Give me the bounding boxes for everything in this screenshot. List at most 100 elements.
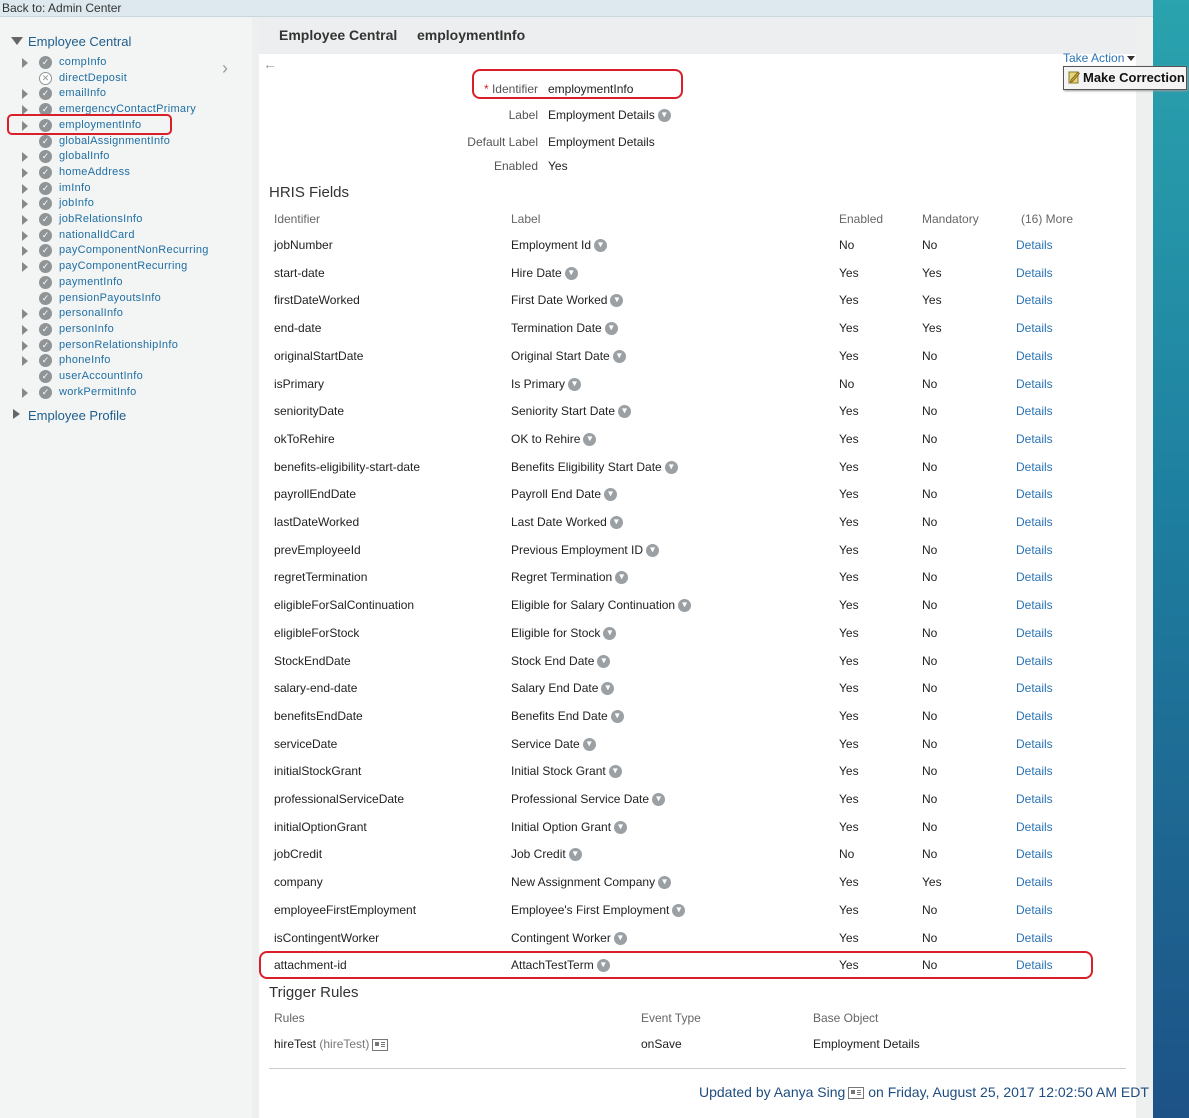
translate-info-icon[interactable] [608,765,622,779]
tree-node-label[interactable]: phoneInfo [59,354,111,366]
expand-triangle-icon[interactable] [22,356,28,366]
tree-node[interactable]: ✓ globalAssignmentInfo [20,134,250,150]
tree-node-label[interactable]: nationalIdCard [59,229,135,241]
tree-node[interactable]: ✓ globalInfo [20,149,250,165]
tree-node[interactable]: ✓ userAccountInfo [20,369,250,385]
col-header-more[interactable]: (16) More [1021,212,1073,226]
translate-info-icon[interactable] [601,682,615,696]
translate-info-icon[interactable] [568,378,581,392]
translate-info-icon[interactable] [646,544,660,558]
expanded-triangle-icon[interactable] [11,37,23,45]
tree-node-label[interactable]: jobInfo [59,197,94,209]
tree-node[interactable]: ✓ jobRelationsInfo [20,212,250,228]
hris-row-details-link[interactable]: Details [1016,598,1053,612]
hris-row-details-link[interactable]: Details [1016,266,1053,280]
back-arrow-icon[interactable]: ← [263,56,277,72]
tree-node[interactable]: ✓ pensionPayoutsInfo [20,291,250,307]
tree-node[interactable]: ✓ workPermitInfo [20,385,250,401]
tree-node[interactable]: ✓ personalInfo [20,306,250,322]
expand-triangle-icon[interactable] [22,388,28,398]
hris-row-details-link[interactable]: Details [1016,681,1053,695]
hris-row-details-link[interactable]: Details [1016,570,1053,584]
chevron-right-icon[interactable]: › [222,58,228,79]
hris-row-details-link[interactable]: Details [1016,293,1053,307]
expand-triangle-icon[interactable] [22,262,28,272]
tree-node[interactable]: ✓ paymentInfo [20,275,250,291]
translate-info-icon[interactable] [614,821,628,835]
tree-node-label[interactable]: pensionPayoutsInfo [59,292,161,304]
translate-info-icon[interactable] [610,710,624,724]
tree-node-label[interactable]: homeAddress [59,166,130,178]
expand-triangle-icon[interactable] [22,325,28,335]
tree-node[interactable]: ✓ emailInfo [20,86,250,102]
expand-triangle-icon[interactable] [22,309,28,319]
tree-node-label[interactable]: jobRelationsInfo [59,213,143,225]
hris-row-details-link[interactable]: Details [1016,432,1053,446]
tree-root-employee-profile[interactable]: Employee Profile [28,408,126,423]
translate-info-icon[interactable] [613,932,627,946]
translate-info-icon[interactable] [568,848,582,862]
take-action-menu[interactable]: Take Action [1063,51,1136,65]
translate-info-icon[interactable] [657,109,671,123]
hris-row-details-link[interactable]: Details [1016,543,1053,557]
hris-row-details-link[interactable]: Details [1016,515,1053,529]
translate-info-icon[interactable] [604,488,618,502]
hris-row-details-link[interactable]: Details [1016,321,1053,335]
translate-info-icon[interactable] [678,599,692,613]
translate-info-icon[interactable] [582,738,596,752]
hris-row-details-link[interactable]: Details [1016,792,1053,806]
expand-triangle-icon[interactable] [22,58,28,68]
hris-row-details-link[interactable]: Details [1016,238,1053,252]
expand-triangle-icon[interactable] [22,89,28,99]
tree-node[interactable]: ✓ nationalIdCard [20,228,250,244]
hris-row-details-link[interactable]: Details [1016,903,1053,917]
collapsed-triangle-icon[interactable] [13,409,20,419]
tree-root-employee-central[interactable]: Employee Central [28,34,131,49]
expand-triangle-icon[interactable] [22,341,28,351]
hris-row-details-link[interactable]: Details [1016,847,1053,861]
hris-row-details-link[interactable]: Details [1016,709,1053,723]
tree-node-label[interactable]: globalAssignmentInfo [59,135,170,147]
tree-node[interactable]: ✓ imInfo [20,181,250,197]
tree-node[interactable]: ✓ payComponentRecurring [20,259,250,275]
tree-node[interactable]: ✓ compInfo [20,55,250,71]
translate-info-icon[interactable] [604,322,618,336]
translate-info-icon[interactable] [564,267,578,281]
expand-triangle-icon[interactable] [22,168,28,178]
tree-node-label[interactable]: payComponentNonRecurring [59,244,209,256]
tree-node-label[interactable]: paymentInfo [59,276,123,288]
hris-row-details-link[interactable]: Details [1016,404,1053,418]
back-to-admin-link[interactable]: Back to: Admin Center [2,1,121,15]
expand-triangle-icon[interactable] [22,152,28,162]
hris-row-details-link[interactable]: Details [1016,875,1053,889]
tree-node-label[interactable]: payComponentRecurring [59,260,188,272]
translate-info-icon[interactable] [618,405,632,419]
hris-row-details-link[interactable]: Details [1016,349,1053,363]
translate-info-icon[interactable] [612,350,626,364]
hris-row-details-link[interactable]: Details [1016,820,1053,834]
expand-triangle-icon[interactable] [22,246,28,256]
hris-row-details-link[interactable]: Details [1016,654,1053,668]
updated-by-text[interactable]: Updated by Aanya Sing [699,1084,845,1100]
tree-node-label[interactable]: imInfo [59,182,91,194]
hris-row-details-link[interactable]: Details [1016,626,1053,640]
tree-node[interactable]: ✓ phoneInfo [20,353,250,369]
translate-info-icon[interactable] [652,793,666,807]
rule-card-icon[interactable] [372,1038,389,1051]
translate-info-icon[interactable] [672,904,686,918]
hris-row-details-link[interactable]: Details [1016,737,1053,751]
tree-node[interactable]: ✓ personRelationshipInfo [20,338,250,354]
tree-node[interactable]: ✓ payComponentNonRecurring [20,243,250,259]
translate-info-icon[interactable] [615,571,629,585]
tree-node-label[interactable]: workPermitInfo [59,386,137,398]
make-correction-button[interactable]: Make Correction [1063,66,1187,90]
tree-node-label[interactable]: personInfo [59,323,114,335]
translate-info-icon[interactable] [664,461,678,475]
hris-row-details-link[interactable]: Details [1016,377,1053,391]
tree-node[interactable]: ✓ homeAddress [20,165,250,181]
user-card-icon[interactable] [848,1087,865,1100]
tree-node-label[interactable]: personalInfo [59,307,123,319]
tree-node-label[interactable]: userAccountInfo [59,370,143,382]
translate-info-icon[interactable] [583,433,597,447]
tree-node[interactable]: ✓ jobInfo [20,196,250,212]
